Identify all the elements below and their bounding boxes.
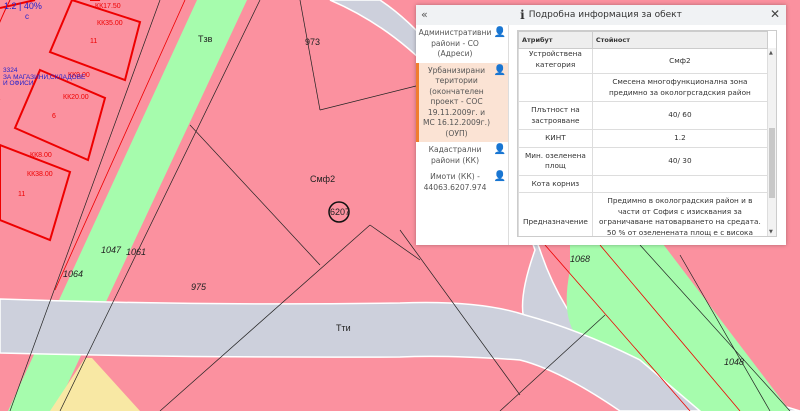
parcel-973: 973 (305, 37, 320, 47)
layer-item-cadastral[interactable]: Кадастрални райони (КК)👤 (416, 142, 508, 169)
kk17: КК17.50 (95, 3, 121, 10)
parcel-1048: 1048 (724, 357, 744, 367)
value-cell (592, 175, 767, 193)
label-smf2: Смф2 (310, 174, 335, 184)
value-cell: 40/ 60 (592, 102, 767, 130)
layer-list: Административни райони - СО (Адреси)👤 Ур… (416, 25, 509, 245)
layer-label: Кадастрални райони (КК) (418, 145, 492, 166)
panel-header: « i Подробна информация за обект ✕ (416, 5, 786, 25)
layer-item-property[interactable]: Имоти (КК) - 44063.6207.974👤 (416, 169, 508, 196)
table-row: Устройствена категорияСмф2 (519, 49, 768, 74)
scroll-down-icon[interactable]: ▼ (769, 229, 773, 235)
value-cell: Смесена многофункционална зона предимно … (592, 74, 767, 102)
label-tzv: Тзв (198, 34, 213, 44)
value-cell: 1.2 (592, 130, 767, 148)
table-row: Кота корниз (519, 175, 768, 193)
scroll-up-icon[interactable]: ▲ (769, 50, 773, 56)
layer-label: Административни райони - СО (Адреси) (418, 28, 492, 60)
value-cell: 40/ 30 (592, 147, 767, 175)
attr-cell: КИНТ (519, 130, 593, 148)
parcel-1064: 1064 (63, 269, 83, 279)
layer-label: Урбанизирани територии (окончателен прое… (421, 66, 492, 140)
table-row: Плътност на застрояване40/ 60 (519, 102, 768, 130)
parcel-6207[interactable]: 6207 (330, 207, 350, 217)
n11b: 11 (18, 191, 25, 198)
value-cell: Смф2 (592, 49, 767, 74)
user-icon: 👤 (492, 66, 508, 140)
table-scrollbar[interactable]: ▲▼ (768, 48, 776, 236)
layer-item-urban[interactable]: Урбанизирани територии (окончателен прое… (416, 63, 508, 143)
parcel-1061: 1061 (126, 247, 146, 257)
attr-cell: Устройствена категория (519, 49, 593, 74)
attribute-table: АтрибутСтойност Устройствена категорияСм… (517, 30, 777, 237)
collapse-icon[interactable]: « (421, 8, 428, 21)
attr-cell (519, 74, 593, 102)
attr-cell: Предназначение (519, 193, 593, 238)
user-icon: 👤 (492, 28, 508, 60)
table-row: Смесена многофункционална зона предимно … (519, 74, 768, 102)
table-row: ПредназначениеПредимно в окологрaдския р… (519, 193, 768, 238)
label-tti: Тти (336, 323, 351, 333)
parcel-1068: 1068 (570, 254, 590, 264)
n11a: 11 (90, 38, 97, 45)
object-info-panel: « i Подробна информация за обект ✕ Админи… (416, 5, 786, 245)
parcel-1047: 1047 (101, 245, 122, 255)
table-row: КИНТ1.2 (519, 130, 768, 148)
kk20: КК20.00 (63, 94, 89, 101)
table-row: Мин. озеленена площ40/ 30 (519, 147, 768, 175)
kk35: КК35.00 (97, 20, 123, 27)
label-3324: 3324 (3, 67, 18, 74)
n6: 6 (52, 113, 56, 120)
header-attribute: Атрибут (519, 32, 593, 49)
kk8: КК8.00 (30, 152, 52, 159)
value-cell: Предимно в окологрaдския район и в части… (597, 196, 763, 237)
header-value: Стойност (592, 32, 767, 49)
user-icon: 👤 (492, 145, 508, 166)
info-icon: i (520, 8, 525, 22)
close-icon[interactable]: ✕ (770, 7, 780, 21)
attr-cell: Мин. озеленена площ (519, 147, 593, 175)
user-icon: 👤 (492, 172, 508, 193)
parcel-975: 975 (191, 282, 207, 292)
scroll-thumb[interactable] (769, 128, 775, 198)
kk38: КК38.00 (27, 171, 53, 178)
attr-cell: Кота корниз (519, 175, 593, 193)
label-c: с (25, 12, 29, 21)
layer-item-admin[interactable]: Административни райони - СО (Адреси)👤 (416, 25, 508, 63)
panel-title: Подробна информация за обект (529, 10, 682, 20)
attr-cell: Плътност на застрояване (519, 102, 593, 130)
value-cell-wrap: Предимно в окологрaдския район и в части… (592, 193, 767, 238)
layer-label: Имоти (КК) - 44063.6207.974 (418, 172, 492, 193)
label-ofisi: И ОФИСИ (3, 80, 34, 87)
label-ratio: 1.2 | 40% (4, 1, 42, 11)
